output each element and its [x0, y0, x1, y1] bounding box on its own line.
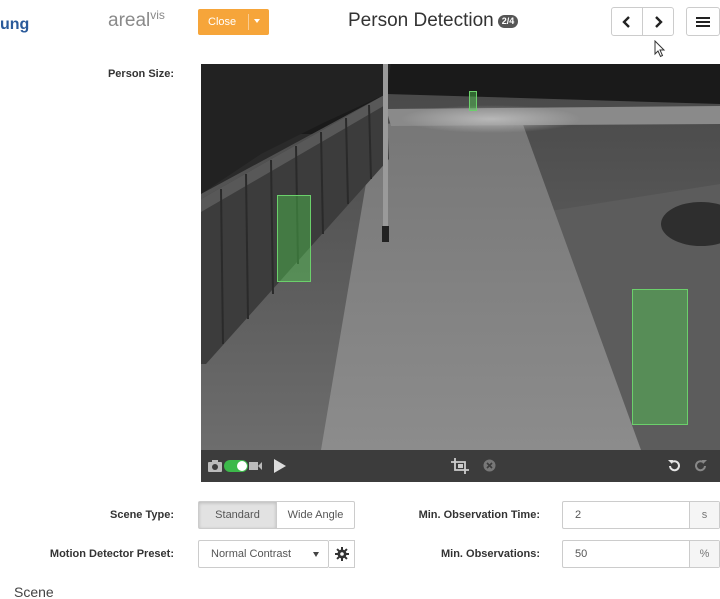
clear-icon[interactable]: [483, 459, 496, 472]
redo-icon[interactable]: [694, 459, 708, 473]
motion-preset-label: Motion Detector Preset:: [49, 548, 174, 560]
page-heading-fragment: ung: [0, 16, 30, 33]
camera-view[interactable]: [201, 64, 720, 482]
person-size-label: Person Size:: [107, 68, 174, 80]
chevron-right-icon: [655, 15, 663, 28]
brand-logo: arealvis: [108, 8, 165, 32]
min-observation-time-value[interactable]: 2: [563, 502, 689, 528]
min-observations-field[interactable]: 50 %: [562, 540, 720, 568]
close-button-label: Close: [208, 16, 237, 28]
mouse-cursor-icon: [654, 40, 666, 58]
menu-button[interactable]: [686, 7, 720, 36]
previous-step-button[interactable]: [612, 8, 642, 35]
mode-toggle[interactable]: [224, 460, 248, 472]
video-camera-icon[interactable]: [249, 461, 262, 471]
min-observation-time-label: Min. Observation Time:: [418, 509, 540, 521]
min-observations-value[interactable]: 50: [563, 541, 689, 567]
scene-type-wide-angle-button[interactable]: Wide Angle: [277, 502, 354, 528]
person-detection-box[interactable]: [277, 195, 311, 282]
scene-type-label: Scene Type:: [110, 509, 174, 521]
motion-preset-value: Normal Contrast: [211, 548, 292, 560]
hamburger-icon: [696, 16, 710, 27]
crop-icon[interactable]: [451, 458, 471, 474]
chevron-left-icon: [622, 15, 630, 28]
video-toolbar: [201, 450, 720, 482]
min-observation-time-field[interactable]: 2 s: [562, 501, 720, 529]
person-detection-box[interactable]: [632, 289, 688, 425]
brand-suffix: vis: [150, 8, 165, 22]
close-button[interactable]: Close: [198, 9, 269, 35]
undo-icon[interactable]: [667, 459, 681, 473]
play-icon[interactable]: [273, 458, 287, 474]
step-navigation: [611, 7, 674, 36]
close-button-divider: [248, 14, 249, 30]
min-observations-label: Min. Observations:: [440, 548, 540, 560]
motion-preset-settings-button[interactable]: [329, 540, 355, 568]
gear-icon: [334, 547, 349, 561]
page-title: Person Detection 2/4: [348, 10, 519, 32]
camera-icon[interactable]: [208, 460, 222, 472]
scene-type-standard-button[interactable]: Standard: [199, 502, 277, 528]
step-badge: 2/4: [497, 14, 519, 28]
person-detection-box[interactable]: [469, 91, 477, 111]
next-step-button[interactable]: [642, 8, 673, 35]
scene-type-selector: Standard Wide Angle: [198, 501, 355, 529]
motion-preset-select[interactable]: Normal Contrast: [198, 540, 329, 568]
seconds-unit: s: [689, 502, 719, 528]
chevron-down-icon: [313, 552, 319, 557]
scene-section-title: Scene: [14, 584, 54, 599]
chevron-down-icon[interactable]: [254, 19, 260, 23]
page-title-text: Person Detection: [348, 10, 494, 31]
percent-unit: %: [689, 541, 719, 567]
brand-name: areal: [108, 10, 151, 31]
